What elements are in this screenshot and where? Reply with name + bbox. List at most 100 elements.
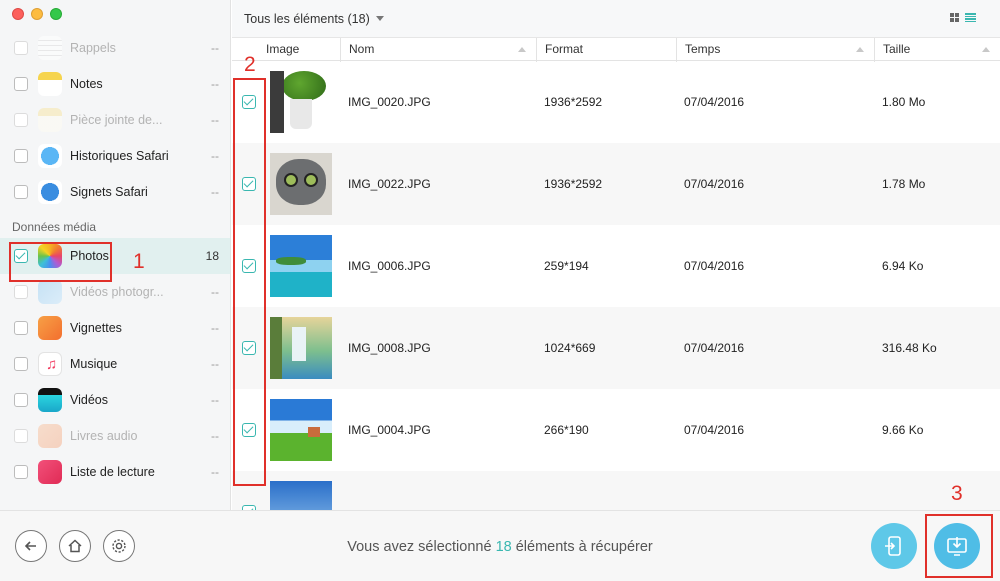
- sidebar-item-safari-bookmarks[interactable]: Signets Safari --: [0, 174, 230, 210]
- photo-thumbnail[interactable]: [270, 317, 332, 379]
- cell-size: 316.48 Ko: [882, 341, 937, 355]
- sidebar-item-count: --: [211, 357, 219, 371]
- cell-name: IMG_0022.JPG: [348, 177, 431, 191]
- row-checkbox[interactable]: [242, 259, 256, 273]
- sidebar-item-thumbnails[interactable]: Vignettes --: [0, 310, 230, 346]
- annotation-number-3: 3: [951, 482, 963, 505]
- sidebar-item-count: 18: [205, 249, 219, 263]
- sidebar-item-count: --: [211, 285, 219, 299]
- selection-count: 18: [495, 539, 512, 555]
- category-checkbox[interactable]: [14, 77, 28, 91]
- cell-size: 1.80 Mo: [882, 95, 926, 109]
- photo-table: IMG_0020.JPG 1936*2592 07/04/2016 1.80 Mo IM…: [232, 61, 1000, 510]
- cell-time: 07/04/2016: [684, 177, 745, 191]
- sidebar-item-label: Vidéos: [70, 393, 108, 407]
- sidebar-item-videos[interactable]: Vidéos --: [0, 382, 230, 418]
- sidebar-item-reminders[interactable]: Rappels --: [0, 30, 230, 66]
- category-checkbox[interactable]: [14, 113, 28, 127]
- sidebar-item-attachment[interactable]: Pièce jointe de... --: [0, 102, 230, 138]
- cell-name: IMG_0004.JPG: [348, 423, 431, 437]
- sidebar-item-label: Notes: [70, 77, 103, 91]
- annotation-number-1: 1: [133, 250, 145, 273]
- column-header-time[interactable]: Temps: [676, 38, 874, 62]
- sidebar-item-label: Liste de lecture: [70, 465, 155, 479]
- column-header-name[interactable]: Nom: [340, 38, 536, 62]
- row-checkbox[interactable]: [242, 341, 256, 355]
- close-window-button[interactable]: [12, 8, 24, 20]
- filter-dropdown[interactable]: Tous les éléments (18): [244, 12, 384, 26]
- sidebar-item-count: --: [211, 321, 219, 335]
- photo-thumbnail[interactable]: [270, 481, 332, 510]
- photo-thumbnail[interactable]: [270, 153, 332, 215]
- row-checkbox[interactable]: [242, 95, 256, 109]
- filter-label: Tous les éléments (18): [244, 11, 370, 26]
- category-checkbox[interactable]: [14, 321, 28, 335]
- cell-format: 1936*2592: [544, 177, 603, 191]
- category-checkbox[interactable]: [14, 357, 28, 371]
- table-header: Image Nom Format Temps Taille: [232, 37, 1000, 62]
- sidebar-item-count: --: [211, 429, 219, 443]
- sidebar-item-count: --: [211, 465, 219, 479]
- sidebar-item-music[interactable]: ♫ Musique --: [0, 346, 230, 382]
- sort-arrow-icon: [518, 47, 526, 52]
- category-checkbox[interactable]: [14, 41, 28, 55]
- download-to-computer-icon: [947, 537, 967, 556]
- safari-bookmarks-icon: [38, 180, 62, 204]
- column-header-size[interactable]: Taille: [874, 38, 1000, 62]
- grid-view-icon[interactable]: [950, 13, 959, 22]
- attachment-icon: [38, 108, 62, 132]
- table-row[interactable]: IMG_0022.JPG 1936*2592 07/04/2016 1.78 Mo: [232, 143, 1000, 225]
- sidebar-item-playlist[interactable]: Liste de lecture --: [0, 454, 230, 490]
- category-checkbox[interactable]: [14, 429, 28, 443]
- category-checkbox[interactable]: [14, 465, 28, 479]
- cell-time: 07/04/2016: [684, 423, 745, 437]
- videos-icon: [38, 388, 62, 412]
- photo-videos-icon: [38, 280, 62, 304]
- reminders-icon: [38, 36, 62, 60]
- row-checkbox[interactable]: [242, 423, 256, 437]
- sidebar-item-count: --: [211, 113, 219, 127]
- photo-thumbnail[interactable]: [270, 71, 332, 133]
- recover-to-device-button[interactable]: [871, 523, 917, 569]
- sidebar-item-count: --: [211, 185, 219, 199]
- zoom-window-button[interactable]: [50, 8, 62, 20]
- category-checkbox[interactable]: [14, 285, 28, 299]
- table-row[interactable]: IMG_0004.JPG 266*190 07/04/2016 9.66 Ko: [232, 389, 1000, 471]
- column-header-format[interactable]: Format: [536, 38, 676, 62]
- notes-icon: [38, 72, 62, 96]
- list-view-icon[interactable]: [965, 13, 976, 22]
- cell-size: 1.78 Mo: [882, 177, 926, 191]
- cell-name: IMG_0008.JPG: [348, 341, 431, 355]
- sidebar-item-photos[interactable]: Photos 18: [0, 238, 230, 274]
- table-row[interactable]: IMG_0008.JPG 1024*669 07/04/2016 316.48 Ko: [232, 307, 1000, 389]
- recover-to-computer-button[interactable]: [934, 523, 980, 569]
- sort-arrow-icon: [982, 47, 990, 52]
- minimize-window-button[interactable]: [31, 8, 43, 20]
- sidebar-item-safari-history[interactable]: Historiques Safari --: [0, 138, 230, 174]
- category-checkbox[interactable]: [14, 185, 28, 199]
- row-checkbox[interactable]: [242, 177, 256, 191]
- thumbnails-icon: [38, 316, 62, 340]
- sidebar-item-count: --: [211, 149, 219, 163]
- sidebar-item-audiobooks[interactable]: Livres audio --: [0, 418, 230, 454]
- photo-thumbnail[interactable]: [270, 235, 332, 297]
- section-header-media: Données média: [12, 220, 97, 234]
- column-header-image[interactable]: Image: [258, 38, 342, 62]
- sidebar-item-notes[interactable]: Notes --: [0, 66, 230, 102]
- cell-size: 9.66 Ko: [882, 423, 924, 437]
- category-checkbox[interactable]: [14, 393, 28, 407]
- sort-arrow-icon: [856, 47, 864, 52]
- sidebar-item-count: --: [211, 41, 219, 55]
- cell-name: IMG_0006.JPG: [348, 259, 431, 273]
- table-row[interactable]: IMG_0020.JPG 1936*2592 07/04/2016 1.80 Mo: [232, 61, 1000, 143]
- music-icon: ♫: [38, 352, 62, 376]
- sidebar-item-photo-videos[interactable]: Vidéos photogr... --: [0, 274, 230, 310]
- category-checkbox[interactable]: [14, 149, 28, 163]
- sidebar-item-label: Vignettes: [70, 321, 122, 335]
- toolbar: Tous les éléments (18): [232, 0, 1000, 37]
- table-row[interactable]: [232, 471, 1000, 510]
- category-checkbox[interactable]: [14, 249, 28, 263]
- annotation-number-2: 2: [244, 53, 256, 76]
- table-row[interactable]: IMG_0006.JPG 259*194 07/04/2016 6.94 Ko: [232, 225, 1000, 307]
- photo-thumbnail[interactable]: [270, 399, 332, 461]
